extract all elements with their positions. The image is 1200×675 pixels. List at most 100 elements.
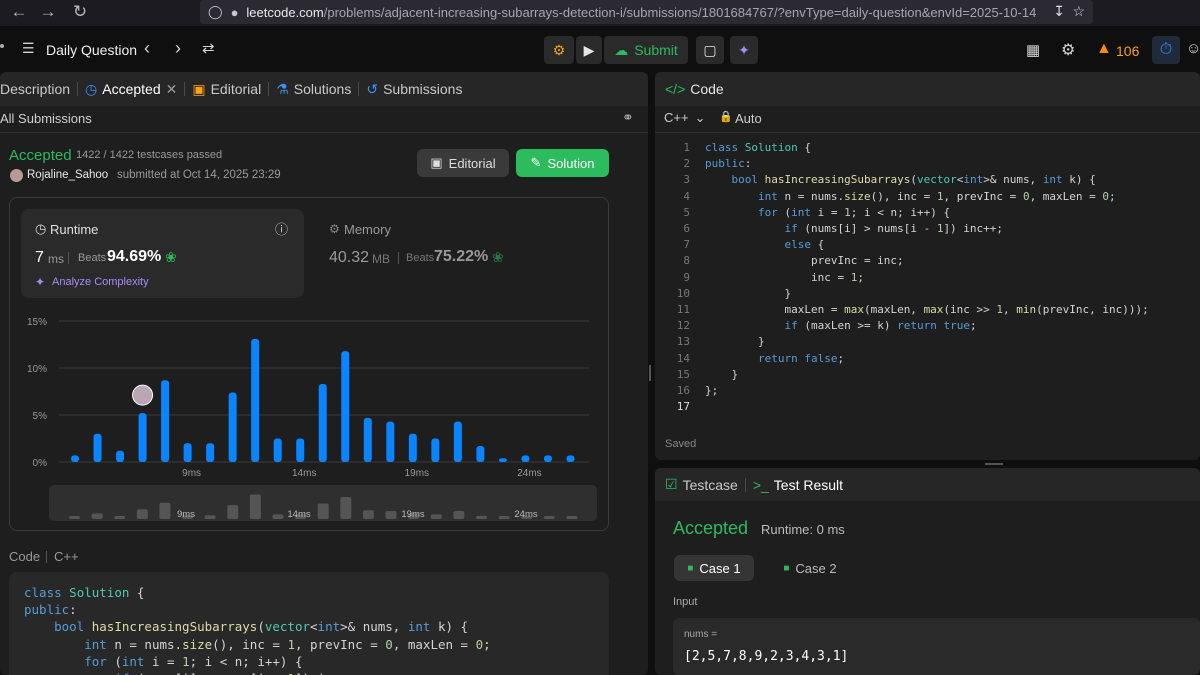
tab-submissions[interactable]: ↺ Submissions <box>359 81 469 98</box>
analyze-complexity-link[interactable]: Analyze Complexity <box>52 276 149 288</box>
tab-description[interactable]: Description <box>0 81 77 97</box>
memory-card[interactable]: ⚙ Memory 40.32 MB Beats 75.22% ❀ <box>316 209 596 298</box>
code-line[interactable]: 3 bool hasIncreasingSubarrays(vector<int… <box>655 172 1149 188</box>
input-var-value: [2,5,7,8,9,2,3,4,3,1] <box>684 649 849 664</box>
code-line[interactable]: 4 int n = nums.size(), inc = 1, prevInc … <box>655 189 1149 205</box>
tab-testcase[interactable]: ☑ Testcase <box>655 476 745 493</box>
bookmark-star-icon[interactable]: ☆ <box>1072 3 1085 20</box>
runtime-distribution-chart[interactable]: 0% 5% 10% 15% 9ms 14ms 19ms 24ms <box>9 300 609 481</box>
sparkle-icon: ✦ <box>738 41 750 58</box>
your-submission-avatar[interactable] <box>132 384 154 406</box>
all-submissions-link[interactable]: All Submissions <box>0 111 92 126</box>
language-select[interactable]: C++ ⌄ <box>664 110 705 126</box>
url-bar[interactable]: ◯ ● leetcode.com/problems/adjacent-incre… <box>200 0 1093 24</box>
avatar[interactable] <box>10 169 23 182</box>
range-bar <box>475 515 487 519</box>
code-line[interactable]: 13 } <box>655 334 1149 350</box>
runtime-bar[interactable] <box>206 443 215 462</box>
runtime-bar[interactable] <box>273 438 282 463</box>
shuffle-icon[interactable]: ⇄ <box>202 39 215 57</box>
debug-button[interactable]: ⚙ <box>544 36 574 64</box>
streak-count[interactable]: 106 <box>1116 43 1139 59</box>
prev-problem-icon[interactable]: ‹ <box>144 38 150 59</box>
runtime-bar[interactable] <box>296 438 305 463</box>
play-icon: ▶ <box>583 41 595 58</box>
code-line[interactable]: 17 <box>655 399 1149 415</box>
line-text: for (int i = 1; i < n; i++) { <box>757 205 951 219</box>
horizontal-splitter[interactable] <box>985 463 1003 465</box>
code-line[interactable]: 16}; <box>655 383 1149 399</box>
download-icon[interactable]: ↧ <box>1053 3 1065 20</box>
code-editor[interactable]: 1 class Solution {2 public: 3 bool hasIncre… <box>655 140 1149 415</box>
code-line[interactable]: 8 prevInc = inc; <box>655 253 1149 269</box>
run-button[interactable]: ▶ <box>576 36 602 64</box>
code-line[interactable]: 1 class Solution { <box>655 140 1149 156</box>
runtime-card[interactable]: ◷ Runtime ⓘ 7 ms Beats 94.69% ❀ ✦ Analyz… <box>21 209 304 298</box>
line-text: public: <box>705 157 752 171</box>
user-icon[interactable]: ☺ <box>1186 40 1200 57</box>
runtime-bar[interactable] <box>161 380 170 462</box>
code-line[interactable]: 14 return false; <box>655 351 1149 367</box>
editorial-button[interactable]: ▣ Editorial <box>417 149 509 177</box>
code-line[interactable]: 12 if (maxLen >= k) return true; <box>655 318 1149 334</box>
code-line[interactable]: 9 inc = 1; <box>655 270 1149 286</box>
runtime-bar[interactable] <box>476 446 485 462</box>
code-line[interactable]: 2 public: <box>655 156 1149 172</box>
submit-button[interactable]: ☁ Submit <box>604 36 688 64</box>
ai-assist-button[interactable]: ✦ <box>730 36 758 64</box>
runtime-bar[interactable] <box>386 421 395 462</box>
runtime-bar[interactable] <box>93 433 102 462</box>
left-tab-bar: Description ◷ Accepted ✕ ▣ Editorial ⚗ Solut… <box>0 72 648 106</box>
next-problem-icon[interactable]: › <box>175 38 181 59</box>
timer-button[interactable]: ⏱ <box>1152 36 1180 64</box>
runtime-bar[interactable] <box>228 392 237 462</box>
tab-code[interactable]: </> Code <box>655 81 731 97</box>
runtime-bar[interactable] <box>318 383 327 462</box>
runtime-bar[interactable] <box>431 438 440 463</box>
case-1-tab[interactable]: ■ Case 1 <box>674 555 754 581</box>
info-icon[interactable]: ⓘ <box>275 219 288 238</box>
code-line[interactable]: 5 for (int i = 1; i < n; i++) { <box>655 205 1149 221</box>
code-line[interactable]: 15 } <box>655 367 1149 383</box>
layout-icon[interactable]: ▦ <box>1026 41 1040 59</box>
auto-save-mode[interactable]: Auto <box>735 111 762 126</box>
forward-arrow-icon[interactable]: → <box>37 2 59 22</box>
runtime-bar[interactable] <box>408 433 417 462</box>
code-line[interactable]: 10 } <box>655 286 1149 302</box>
vertical-splitter[interactable] <box>649 365 651 381</box>
runtime-bar[interactable] <box>183 443 192 462</box>
close-tab-icon[interactable]: ✕ <box>166 81 178 98</box>
runtime-bar[interactable] <box>251 338 260 462</box>
code-line[interactable]: 6 if (nums[i] > nums[i - 1]) inc++; <box>655 221 1149 237</box>
runtime-bar[interactable] <box>453 421 462 462</box>
runtime-bar[interactable] <box>521 455 530 462</box>
x-tick-label: 9ms <box>182 468 201 479</box>
tab-editorial[interactable]: ▣ Editorial <box>185 81 268 98</box>
tab-test-result[interactable]: >_ Test Result <box>746 477 850 493</box>
runtime-bar[interactable] <box>71 455 79 462</box>
runtime-bar[interactable] <box>341 351 350 462</box>
code-line[interactable]: 7 else { <box>655 237 1149 253</box>
daily-question-label[interactable]: Daily Question <box>46 42 137 58</box>
username[interactable]: Rojaline_Sahoo <box>27 169 108 181</box>
tab-editorial-label: Editorial <box>210 81 262 97</box>
tab-accepted[interactable]: ◷ Accepted ✕ <box>78 81 184 98</box>
runtime-range-slider[interactable]: 9ms 14ms 19ms 24ms <box>49 485 597 521</box>
back-arrow-icon[interactable]: ← <box>8 2 30 22</box>
runtime-bar[interactable] <box>138 413 147 462</box>
runtime-bar[interactable] <box>363 417 372 462</box>
settings-gear-icon[interactable]: ⚙ <box>1061 40 1075 60</box>
runtime-bar[interactable] <box>566 455 575 462</box>
runtime-bar[interactable] <box>543 455 552 462</box>
reload-icon[interactable]: ↻ <box>69 2 91 22</box>
notes-button[interactable]: ▢ <box>696 36 724 64</box>
problem-list-icon[interactable]: ☰ <box>22 40 35 57</box>
share-link-icon[interactable]: ⚭ <box>622 109 634 126</box>
tab-solutions[interactable]: ⚗ Solutions <box>269 81 358 98</box>
runtime-bar[interactable] <box>498 458 507 462</box>
code-line[interactable]: 11 maxLen = max(maxLen, max(inc >> 1, mi… <box>655 302 1149 318</box>
runtime-bar[interactable] <box>116 450 125 462</box>
solution-button[interactable]: ✎ Solution <box>516 149 609 177</box>
history-icon: ↺ <box>366 80 379 97</box>
case-2-tab[interactable]: ■ Case 2 <box>770 555 850 581</box>
